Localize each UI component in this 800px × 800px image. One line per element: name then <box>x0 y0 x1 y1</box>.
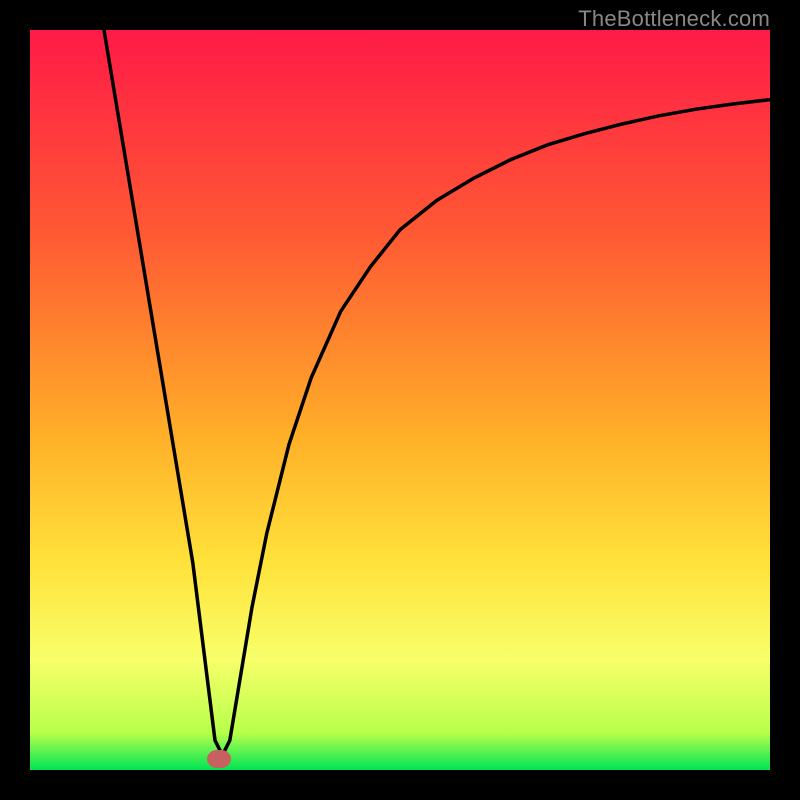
minimum-marker <box>207 750 231 768</box>
chart-frame <box>30 30 770 770</box>
gradient-background <box>30 30 770 770</box>
chart-svg <box>30 30 770 770</box>
watermark-text: TheBottleneck.com <box>578 6 770 32</box>
